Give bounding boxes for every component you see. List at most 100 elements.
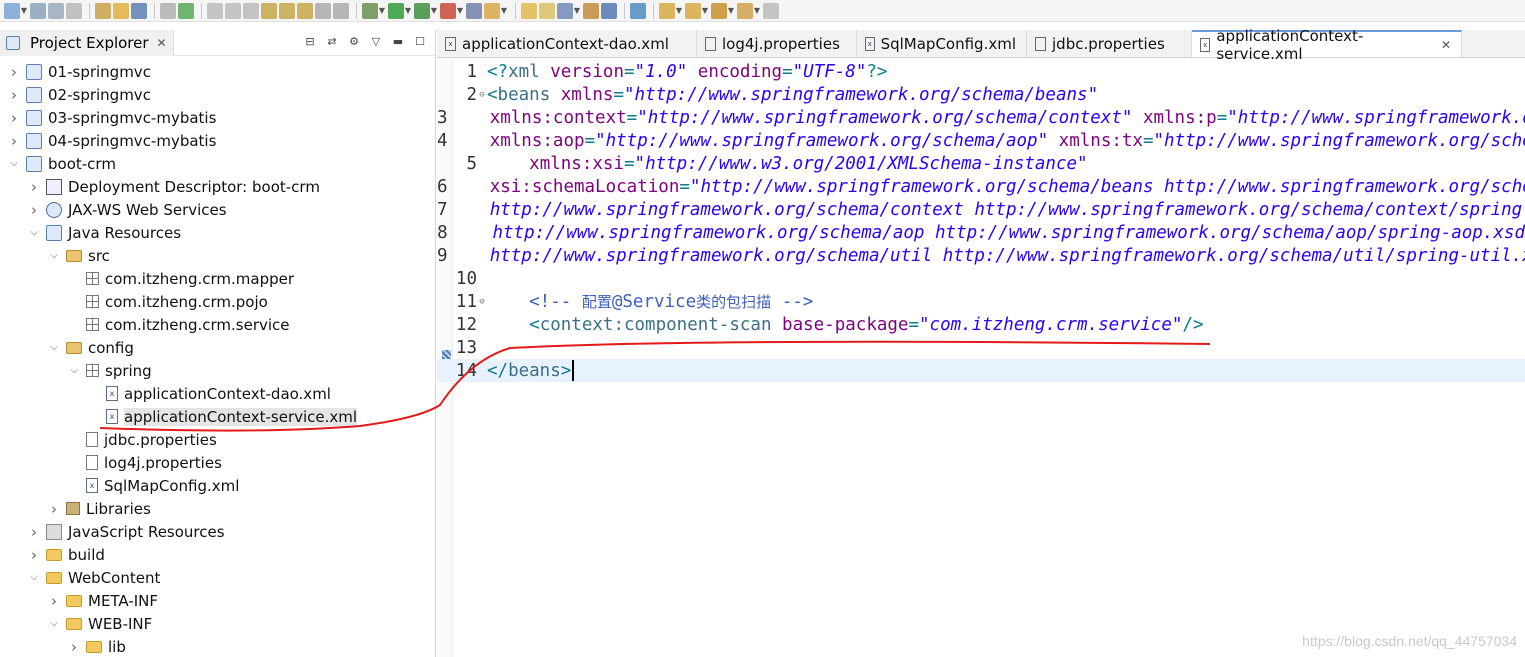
dropdown-arrow-icon[interactable]: ▼ — [404, 3, 412, 19]
tree-item[interactable]: com.itzheng.crm.pojo — [0, 290, 436, 313]
editor-tab[interactable]: x SqlMapConfig.xml — [857, 30, 1027, 57]
resume-button[interactable] — [178, 2, 194, 20]
tree-item[interactable]: › lib — [0, 635, 436, 657]
tree-item[interactable]: jdbc.properties — [0, 428, 436, 451]
open-type-hierarchy-button[interactable]: ▼ — [557, 2, 581, 20]
suspend-button[interactable] — [207, 2, 223, 20]
tree-item[interactable]: ⌵ boot-crm — [0, 152, 436, 175]
new-java-project-button[interactable]: ▼ — [484, 2, 508, 20]
view-menu-icon[interactable]: ▽ — [369, 34, 383, 48]
tree-item[interactable]: log4j.properties — [0, 451, 436, 474]
tree-item[interactable]: › JavaScript Resources — [0, 520, 436, 543]
tree-item[interactable]: x applicationContext-dao.xml — [0, 382, 436, 405]
tree-item[interactable]: › META-INF — [0, 589, 436, 612]
tree-item[interactable]: ⌵ spring — [0, 359, 436, 382]
debug-button[interactable]: ▼ — [362, 2, 386, 20]
dropdown-arrow-icon[interactable]: ▼ — [430, 3, 438, 19]
chevron-right-icon[interactable]: › — [48, 592, 60, 610]
save-button[interactable] — [30, 2, 46, 20]
tree-item[interactable]: x SqlMapConfig.xml — [0, 474, 436, 497]
tree-item[interactable]: ⌵ src — [0, 244, 436, 267]
chevron-down-icon[interactable]: ⌵ — [48, 618, 60, 630]
dropdown-arrow-icon[interactable]: ▼ — [675, 3, 683, 19]
minimize-icon[interactable]: ▬ — [391, 34, 405, 48]
tree-item[interactable]: › 02-springmvc — [0, 83, 436, 106]
step-into-button[interactable] — [261, 2, 277, 20]
chevron-right-icon[interactable]: › — [48, 500, 60, 518]
terminate-button[interactable] — [225, 2, 241, 20]
back-button[interactable]: ▼ — [737, 2, 761, 20]
next-annotation-button[interactable]: ▼ — [659, 2, 683, 20]
dropdown-arrow-icon[interactable]: ▼ — [753, 3, 761, 19]
step-return-button[interactable] — [297, 2, 313, 20]
chevron-right-icon[interactable]: › — [8, 132, 20, 150]
tree-item[interactable]: ⌵ Java Resources — [0, 221, 436, 244]
tree-item[interactable]: x applicationContext-service.xml — [0, 405, 436, 428]
run-last-button[interactable] — [630, 2, 646, 20]
chevron-down-icon[interactable]: ⌵ — [8, 158, 20, 170]
chevron-right-icon[interactable]: › — [28, 201, 40, 219]
filter-icon[interactable]: ⚙ — [347, 34, 361, 48]
chevron-down-icon[interactable]: ⌵ — [28, 572, 40, 584]
tree-item[interactable]: com.itzheng.crm.mapper — [0, 267, 436, 290]
editor-tab[interactable]: x applicationContext-service.xml ✕ — [1192, 27, 1462, 63]
run-button[interactable]: ▼ — [388, 2, 412, 20]
skip-breakpoints-button[interactable] — [160, 2, 176, 20]
tree-item[interactable]: › 04-springmvc-mybatis — [0, 129, 436, 152]
chevron-down-icon[interactable]: ⌵ — [48, 342, 60, 354]
run-coverage-button[interactable]: ▼ — [414, 2, 438, 20]
step-over-button[interactable] — [279, 2, 295, 20]
dropdown-arrow-icon[interactable]: ▼ — [20, 3, 28, 19]
chevron-right-icon[interactable]: › — [28, 546, 40, 564]
chevron-down-icon[interactable]: ⌵ — [68, 365, 80, 377]
new-class-button[interactable] — [539, 2, 555, 20]
editor-tab[interactable]: x applicationContext-dao.xml — [437, 30, 697, 57]
chevron-right-icon[interactable]: › — [8, 63, 20, 81]
tree-item[interactable]: ⌵ WEB-INF — [0, 612, 436, 635]
chevron-right-icon[interactable]: › — [28, 523, 40, 541]
last-edit-location-button[interactable]: ▼ — [711, 2, 735, 20]
code-area[interactable]: 1 <?xml version="1.0" encoding="UTF-8"?> 2… — [437, 60, 1525, 657]
dropdown-arrow-icon[interactable]: ▼ — [727, 3, 735, 19]
tree-item[interactable]: › Libraries — [0, 497, 436, 520]
new-server-button[interactable] — [466, 2, 482, 20]
chevron-right-icon[interactable]: › — [68, 638, 80, 656]
chevron-down-icon[interactable]: ⌵ — [48, 250, 60, 262]
drop-to-frame-button[interactable] — [315, 2, 331, 20]
console-button[interactable] — [131, 2, 147, 20]
new-button[interactable]: ▼ — [4, 2, 28, 20]
save-all-button[interactable] — [48, 2, 64, 20]
disconnect-button[interactable] — [243, 2, 259, 20]
close-icon[interactable]: ✕ — [157, 36, 167, 50]
dropdown-arrow-icon[interactable]: ▼ — [456, 3, 464, 19]
dropdown-arrow-icon[interactable]: ▼ — [573, 3, 581, 19]
tree-item[interactable]: › JAX-WS Web Services — [0, 198, 436, 221]
run-external-button[interactable]: ▼ — [440, 2, 464, 20]
tree-item[interactable]: › 01-springmvc — [0, 60, 436, 83]
editor-tab[interactable]: log4j.properties — [697, 30, 857, 57]
print-button[interactable] — [66, 2, 82, 20]
close-icon[interactable]: ✕ — [1441, 38, 1451, 52]
search-button[interactable] — [583, 2, 599, 20]
editor-tab[interactable]: jdbc.properties — [1027, 30, 1192, 57]
chevron-down-icon[interactable]: ⌵ — [28, 227, 40, 239]
tree-item[interactable]: › Deployment Descriptor: boot-crm — [0, 175, 436, 198]
maximize-icon[interactable]: ☐ — [413, 34, 427, 48]
external-tools-button[interactable] — [113, 2, 129, 20]
tree-item[interactable]: ⌵ WebContent — [0, 566, 436, 589]
fold-toggle-icon[interactable]: ⊖ — [477, 297, 487, 307]
forward-button[interactable] — [763, 2, 779, 20]
globe-button[interactable] — [601, 2, 617, 20]
project-explorer-tab[interactable]: Project Explorer ✕ — [0, 29, 174, 56]
fold-toggle-icon[interactable]: ⊖ — [477, 90, 487, 100]
dropdown-arrow-icon[interactable]: ▼ — [500, 3, 508, 19]
chevron-right-icon[interactable]: › — [8, 86, 20, 104]
tree-item[interactable]: ⌵ config — [0, 336, 436, 359]
previous-annotation-button[interactable]: ▼ — [685, 2, 709, 20]
chevron-right-icon[interactable]: › — [8, 109, 20, 127]
tree-item[interactable]: com.itzheng.crm.service — [0, 313, 436, 336]
use-step-filters-button[interactable] — [333, 2, 349, 20]
link-with-editor-icon[interactable]: ⇄ — [325, 34, 339, 48]
tree-item[interactable]: › 03-springmvc-mybatis — [0, 106, 436, 129]
open-type-button[interactable] — [95, 2, 111, 20]
